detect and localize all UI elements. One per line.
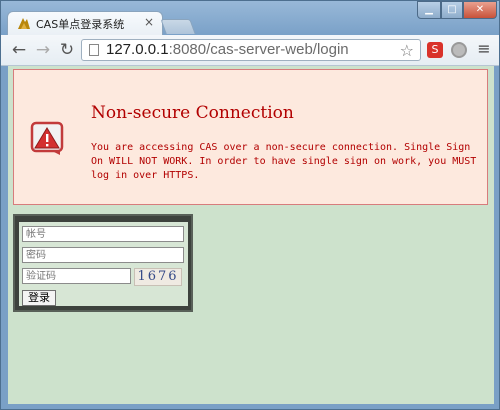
- url-text: 127.0.0.1:8080/cas-server-web/login: [106, 41, 349, 58]
- warning-icon: [30, 121, 64, 155]
- url-host: 127.0.0.1: [106, 41, 169, 58]
- login-form: 1676 登录: [19, 222, 188, 306]
- extension-circle-icon[interactable]: [451, 42, 467, 58]
- extension-icon[interactable]: S: [427, 42, 443, 58]
- username-input[interactable]: [22, 226, 184, 242]
- tab-close-icon[interactable]: ×: [144, 15, 154, 29]
- forward-arrow-icon[interactable]: →: [33, 40, 53, 60]
- back-arrow-icon[interactable]: ←: [9, 40, 29, 60]
- browser-toolbar: ← → ↻ 127.0.0.1:8080/cas-server-web/logi…: [1, 35, 499, 66]
- cas-favicon-icon: [18, 18, 30, 29]
- warning-message: You are accessing CAS over a non-secure …: [91, 142, 477, 181]
- warning-title: Non-secure Connection: [91, 103, 294, 123]
- browser-tab[interactable]: CAS单点登录系统 ×: [7, 11, 163, 35]
- password-input[interactable]: [22, 247, 184, 263]
- reload-icon[interactable]: ↻: [57, 40, 77, 60]
- bookmark-star-icon[interactable]: ☆: [400, 41, 414, 60]
- captcha-image[interactable]: 1676: [134, 268, 182, 286]
- page-icon: [89, 44, 99, 56]
- menu-icon[interactable]: ≡: [475, 40, 493, 58]
- browser-window: CAS单点登录系统 × ▁ □ ✕ ← → ↻ 127.0.0.1:8080/c…: [0, 0, 500, 410]
- close-window-button[interactable]: ✕: [463, 1, 497, 19]
- tab-title: CAS单点登录系统: [36, 18, 125, 31]
- captcha-input[interactable]: [22, 268, 131, 284]
- maximize-button[interactable]: □: [441, 1, 463, 19]
- url-path: :8080/cas-server-web/login: [168, 41, 349, 58]
- title-bar: CAS单点登录系统 × ▁ □ ✕: [1, 1, 499, 35]
- login-box: 1676 登录: [13, 214, 193, 312]
- login-button[interactable]: 登录: [22, 290, 56, 306]
- new-tab-button[interactable]: [160, 19, 196, 34]
- page-content: Non-secure Connection You are accessing …: [8, 66, 494, 404]
- security-warning-box: Non-secure Connection You are accessing …: [13, 69, 488, 205]
- address-bar[interactable]: 127.0.0.1:8080/cas-server-web/login ☆: [81, 39, 421, 61]
- minimize-button[interactable]: ▁: [417, 1, 441, 19]
